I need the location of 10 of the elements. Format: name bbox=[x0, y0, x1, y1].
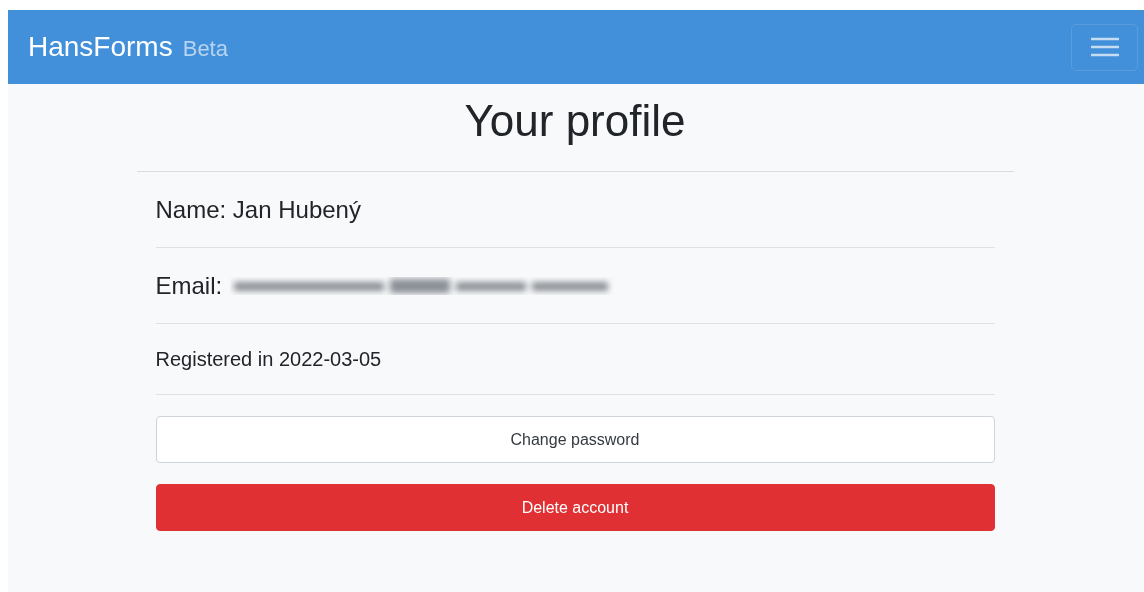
menu-button[interactable] bbox=[1071, 23, 1138, 71]
email-label: Email: bbox=[155, 271, 223, 300]
brand-name[interactable]: HansForms bbox=[28, 31, 173, 62]
change-password-button[interactable]: Change password bbox=[155, 416, 995, 463]
name-text: Name: Jan Hubený bbox=[155, 195, 361, 224]
menu-icon bbox=[1090, 36, 1119, 58]
beta-label: Beta bbox=[182, 36, 228, 61]
page-title: Your profile bbox=[136, 84, 1014, 172]
delete-account-button[interactable]: Delete account bbox=[155, 484, 995, 531]
registration-text: Registered in 2022-03-05 bbox=[155, 347, 382, 371]
